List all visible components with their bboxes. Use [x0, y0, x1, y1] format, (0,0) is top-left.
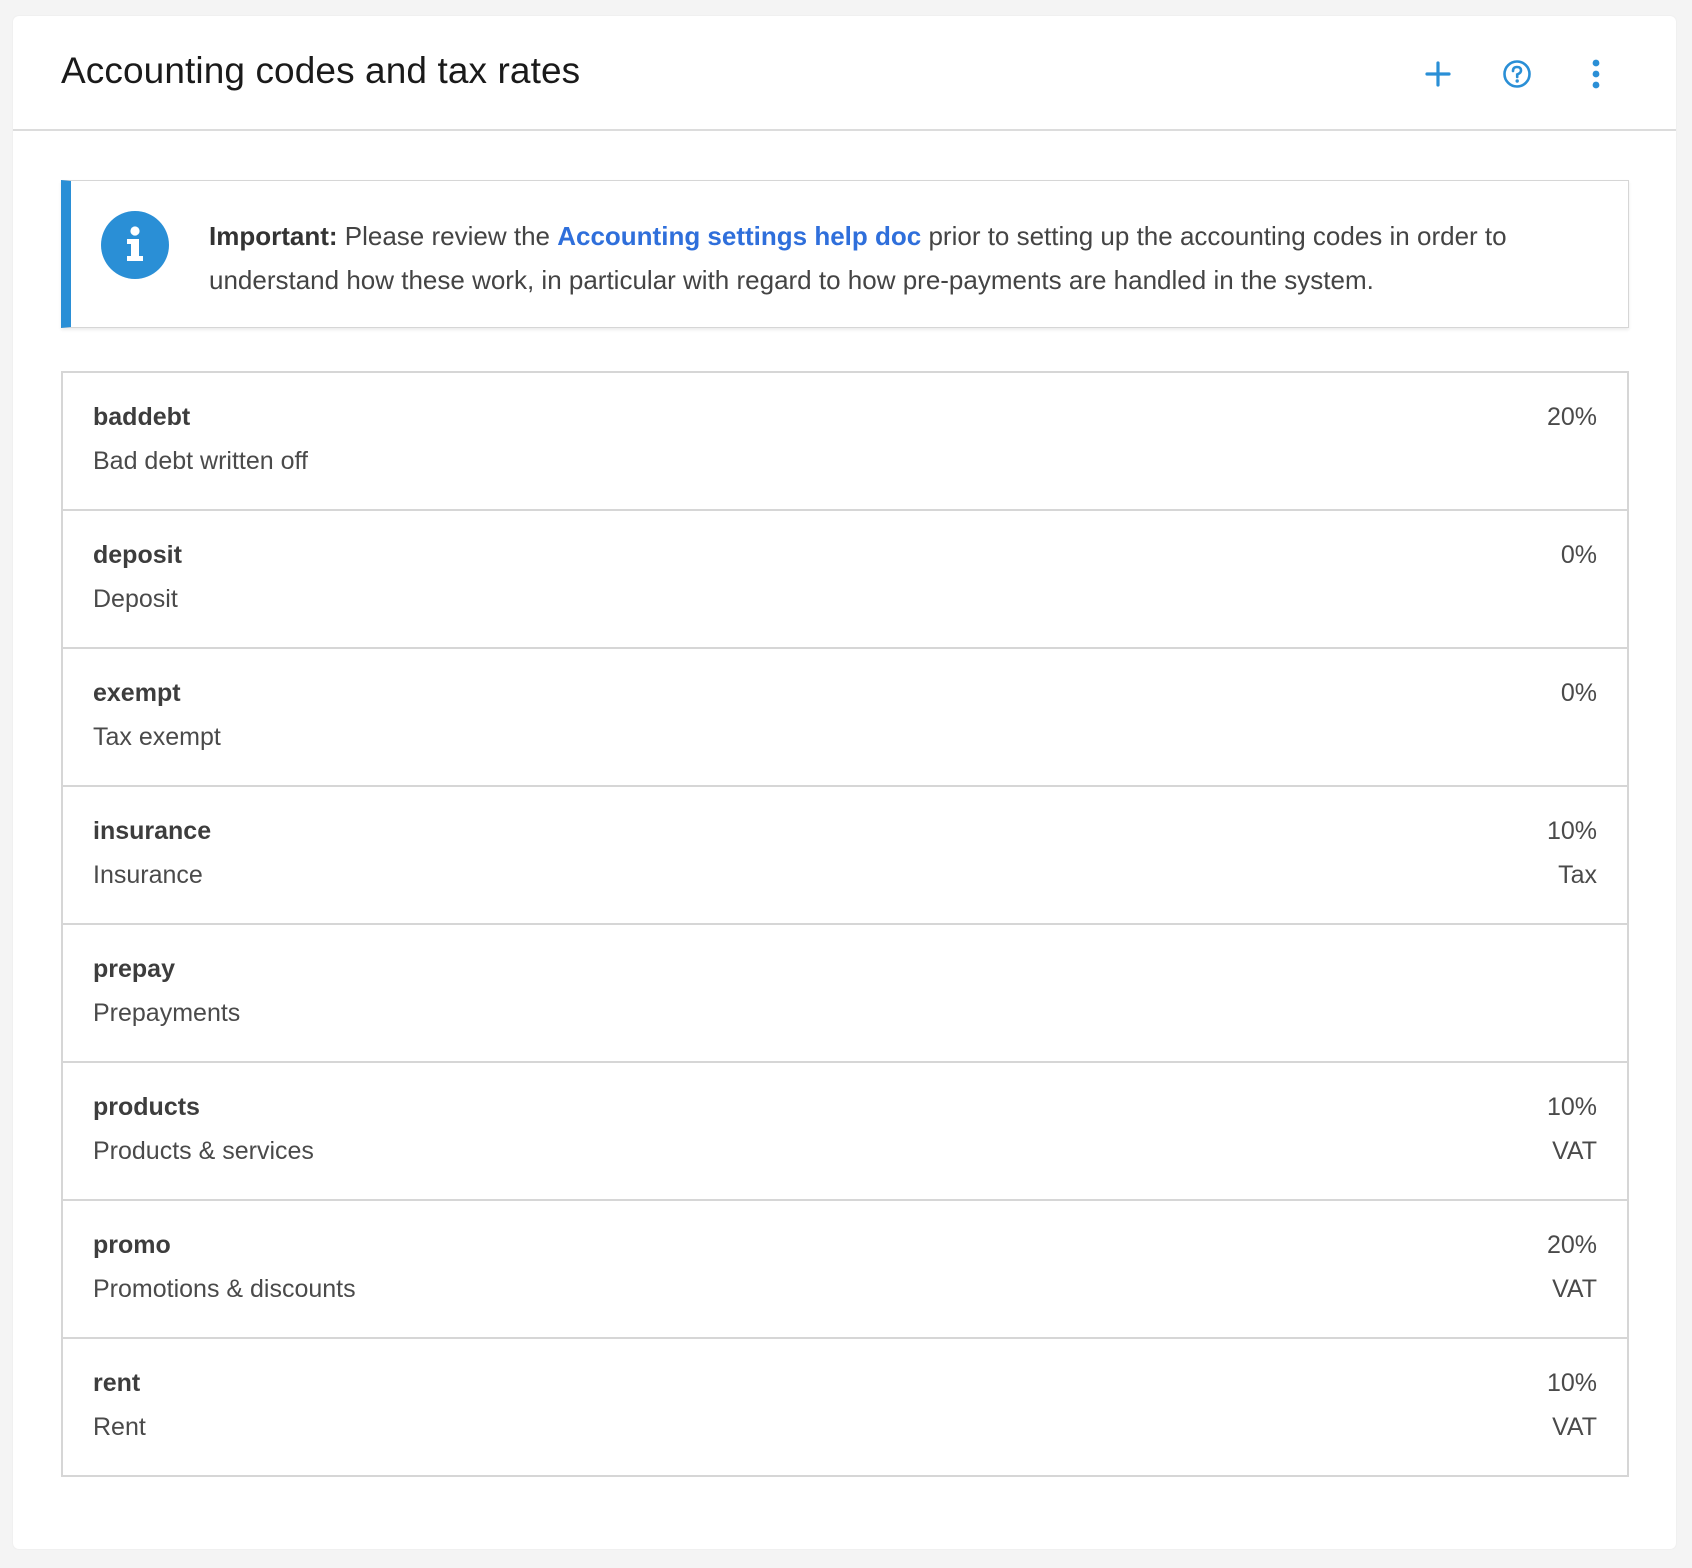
code-row-products[interactable]: products Products & services 10% VAT — [63, 1061, 1627, 1199]
accounting-codes-card: Accounting codes and tax rates Important… — [13, 16, 1676, 1549]
code-rate: 10% — [1546, 817, 1597, 845]
notice-text: Important: Please review the Accounting … — [209, 214, 1609, 302]
code-name: baddebt — [93, 403, 191, 431]
more-options-button[interactable] — [1574, 52, 1618, 96]
code-rate: 0% — [1560, 541, 1597, 569]
code-description: Insurance — [93, 861, 203, 889]
info-icon — [101, 211, 169, 279]
code-rate: 20% — [1546, 403, 1597, 431]
code-rate: 10% — [1546, 1093, 1597, 1121]
accounting-help-doc-link[interactable]: Accounting settings help doc — [557, 221, 921, 251]
plus-icon — [1425, 61, 1451, 87]
add-button[interactable] — [1416, 52, 1460, 96]
code-row-rent[interactable]: rent Rent 10% VAT — [63, 1337, 1627, 1475]
code-name: deposit — [93, 541, 182, 569]
code-description: Products & services — [93, 1137, 314, 1165]
code-name: exempt — [93, 679, 181, 707]
accounting-codes-list: baddebt Bad debt written off 20% deposit… — [61, 371, 1629, 1477]
code-rate: 20% — [1546, 1231, 1597, 1259]
question-circle-icon — [1503, 60, 1531, 88]
code-name: prepay — [93, 955, 175, 983]
code-description: Tax exempt — [93, 723, 221, 751]
code-tax-type: VAT — [1552, 1275, 1597, 1303]
code-row-baddebt[interactable]: baddebt Bad debt written off 20% — [63, 373, 1627, 509]
code-row-insurance[interactable]: insurance Insurance 10% Tax — [63, 785, 1627, 923]
code-row-deposit[interactable]: deposit Deposit 0% — [63, 509, 1627, 647]
code-rate: 0% — [1560, 679, 1597, 707]
vertical-dots-icon — [1592, 59, 1600, 89]
important-notice: Important: Please review the Accounting … — [61, 180, 1629, 328]
code-tax-type: Tax — [1558, 861, 1597, 889]
notice-label: Important: — [209, 221, 338, 251]
card-header: Accounting codes and tax rates — [13, 16, 1676, 131]
code-description: Rent — [93, 1413, 146, 1441]
header-actions — [1381, 52, 1618, 96]
code-name: products — [93, 1093, 200, 1121]
code-row-prepay[interactable]: prepay Prepayments — [63, 923, 1627, 1061]
code-rate: 10% — [1546, 1369, 1597, 1397]
code-tax-type: VAT — [1552, 1413, 1597, 1441]
code-tax-type: VAT — [1552, 1137, 1597, 1165]
code-row-promo[interactable]: promo Promotions & discounts 20% VAT — [63, 1199, 1627, 1337]
code-description: Bad debt written off — [93, 447, 308, 475]
code-description: Prepayments — [93, 999, 241, 1027]
page-title: Accounting codes and tax rates — [61, 50, 581, 91]
code-description: Promotions & discounts — [93, 1275, 356, 1303]
code-name: promo — [93, 1231, 171, 1259]
help-button[interactable] — [1495, 52, 1539, 96]
notice-text-before: Please review the — [337, 221, 558, 251]
code-description: Deposit — [93, 585, 178, 613]
code-name: insurance — [93, 817, 212, 845]
code-name: rent — [93, 1369, 141, 1397]
code-row-exempt[interactable]: exempt Tax exempt 0% — [63, 647, 1627, 785]
